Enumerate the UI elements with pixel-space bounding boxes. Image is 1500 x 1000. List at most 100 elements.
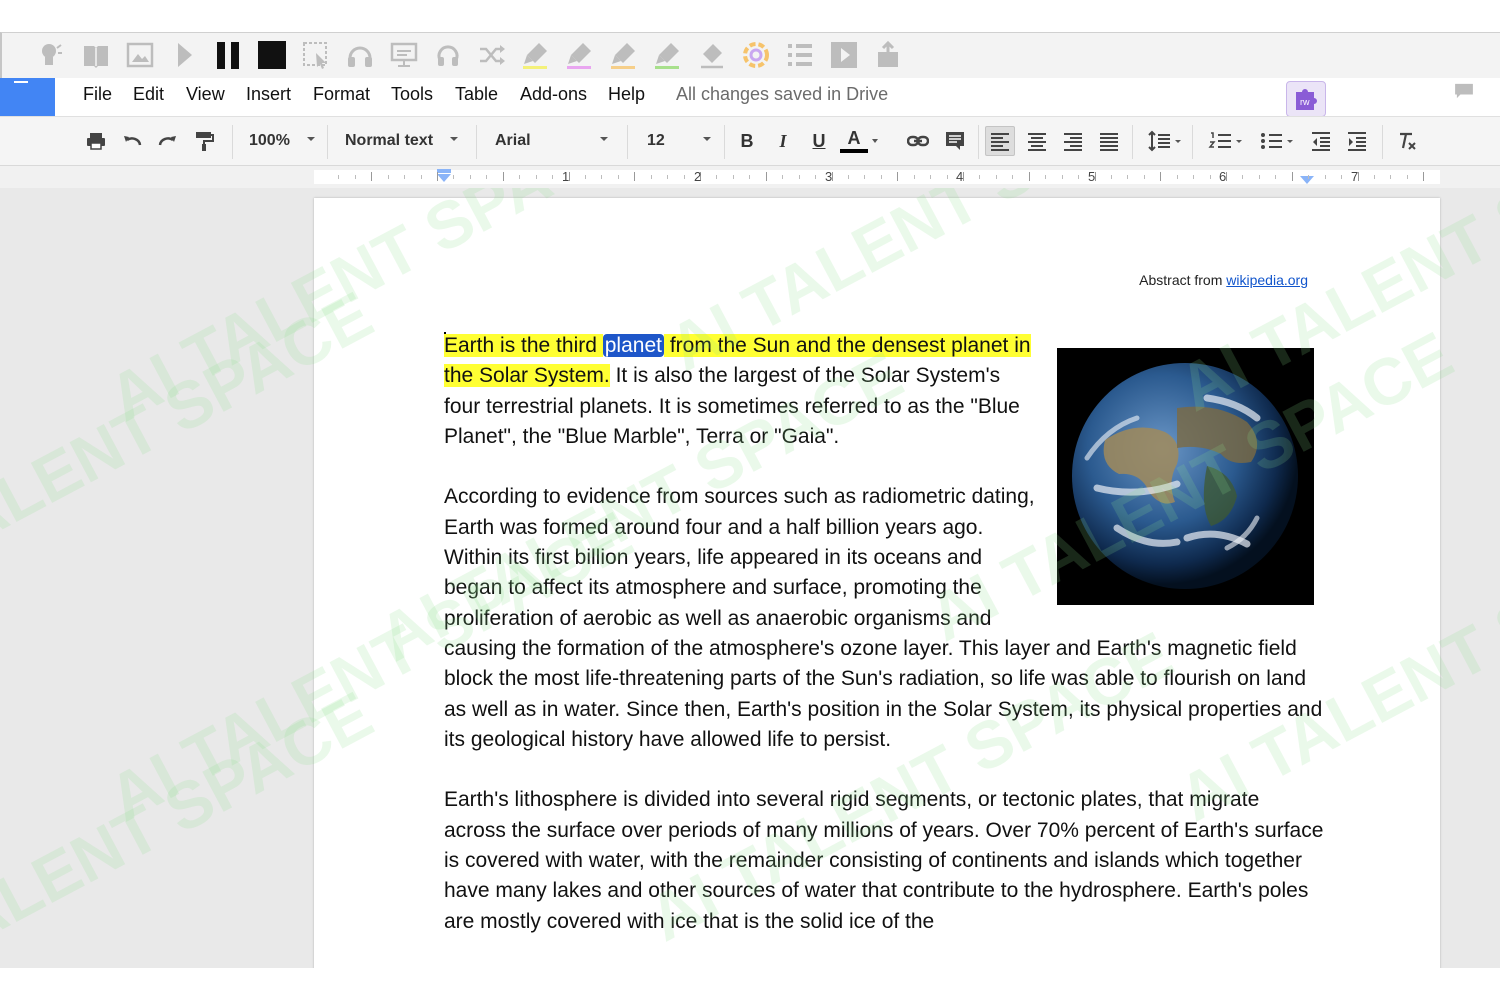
audio-icon[interactable] <box>432 39 464 71</box>
docs-home-button[interactable] <box>0 78 55 116</box>
text-color-label: A <box>847 128 861 148</box>
bulleted-list-button[interactable] <box>1254 126 1298 156</box>
menu-edit[interactable]: Edit <box>133 84 164 105</box>
separator <box>724 125 725 159</box>
ruler-tick <box>437 172 438 181</box>
align-right-button[interactable] <box>1058 126 1088 156</box>
style-value: Normal text <box>345 132 434 149</box>
document-page[interactable]: Abstract from wikipedia.org Earth is the… <box>314 198 1440 968</box>
line-spacing-button[interactable] <box>1142 126 1186 156</box>
ruler-tick <box>914 175 915 179</box>
text-color-dropdown[interactable] <box>868 126 882 156</box>
insert-comment-button[interactable] <box>940 126 970 156</box>
bold-button[interactable]: B <box>732 126 762 156</box>
increase-indent-icon <box>1348 132 1366 151</box>
ruler-tick <box>864 175 865 179</box>
ruler-tick <box>1078 175 1079 179</box>
chevron-down-icon <box>703 137 711 141</box>
bold-label: B <box>740 130 754 151</box>
chevron-down-icon <box>307 137 315 141</box>
save-status: All changes saved in Drive <box>676 84 889 104</box>
ruler-label: 6 <box>1219 169 1227 184</box>
redo-button[interactable] <box>153 126 183 156</box>
pause-icon[interactable] <box>212 39 244 71</box>
share-icon[interactable] <box>872 39 904 71</box>
select-icon[interactable] <box>300 39 332 71</box>
increase-indent-button[interactable] <box>1342 126 1372 156</box>
readwrite-addon-button[interactable]: rw <box>1286 81 1326 117</box>
shuffle-icon[interactable] <box>476 39 508 71</box>
decrease-indent-button[interactable] <box>1306 126 1336 156</box>
selected-word: planet <box>602 334 664 357</box>
menu-view[interactable]: View <box>186 84 225 105</box>
video-icon[interactable] <box>828 39 860 71</box>
book-icon[interactable] <box>80 39 112 71</box>
menu-insert[interactable]: Insert <box>246 84 291 105</box>
ruler-tick <box>1177 175 1178 179</box>
head-icon[interactable] <box>34 39 66 71</box>
menu-table[interactable]: Table <box>455 84 498 105</box>
ruler-tick <box>1292 172 1293 181</box>
highlighter-pink-icon[interactable] <box>564 39 596 71</box>
menu-addons[interactable]: Add-ons <box>520 84 587 105</box>
comments-button[interactable] <box>1448 80 1480 102</box>
ruler-tick <box>618 175 619 179</box>
eraser-icon[interactable] <box>696 39 728 71</box>
screen-icon[interactable] <box>388 39 420 71</box>
ruler-tick <box>1325 175 1326 179</box>
separator <box>1382 125 1383 159</box>
right-indent-handle[interactable] <box>1300 176 1314 184</box>
stop-icon[interactable] <box>256 39 288 71</box>
ruler-tick <box>1111 175 1112 179</box>
highlighter-orange-icon[interactable] <box>608 39 640 71</box>
menu-format[interactable]: Format <box>313 84 370 105</box>
align-center-button[interactable] <box>1022 126 1052 156</box>
align-left-button[interactable] <box>985 126 1015 156</box>
chevron-down-icon <box>450 137 458 141</box>
insert-link-button[interactable] <box>903 126 933 156</box>
numbered-list-button[interactable] <box>1203 126 1247 156</box>
font-select[interactable]: Arial <box>495 128 608 154</box>
left-indent-handle[interactable] <box>437 174 451 182</box>
first-line-indent-handle[interactable] <box>437 169 451 173</box>
ruler-tick <box>766 172 767 181</box>
undo-button[interactable] <box>117 126 147 156</box>
style-select[interactable]: Normal text <box>345 128 458 154</box>
menu-tools[interactable]: Tools <box>391 84 433 105</box>
menu-help[interactable]: Help <box>608 84 645 105</box>
ruler-tick <box>1423 172 1424 181</box>
play-icon[interactable] <box>168 39 200 71</box>
headphones-icon[interactable] <box>344 39 376 71</box>
earth-image[interactable] <box>1057 348 1314 605</box>
menu-file[interactable]: File <box>83 84 112 105</box>
color-wheel-icon[interactable] <box>740 39 772 71</box>
wikipedia-link[interactable]: wikipedia.org <box>1226 272 1308 288</box>
highlighter-green-icon[interactable] <box>652 39 684 71</box>
print-button[interactable] <box>81 126 111 156</box>
document-body[interactable]: Earth is the third planet from the Sun a… <box>444 331 1324 967</box>
link-icon <box>907 135 929 147</box>
comment-icon <box>1455 83 1473 99</box>
zoom-select[interactable]: 100% <box>249 128 315 154</box>
abstract-prefix: Abstract from <box>1139 272 1223 288</box>
bottom-strip <box>0 968 1500 1000</box>
font-size-select[interactable]: 12 <box>647 128 711 154</box>
clear-formatting-button[interactable] <box>1392 126 1422 156</box>
image-icon[interactable] <box>124 39 156 71</box>
italic-label: I <box>779 130 787 151</box>
highlighter-yellow-icon[interactable] <box>520 39 552 71</box>
align-left-icon <box>991 133 1009 151</box>
italic-button[interactable]: I <box>768 126 798 156</box>
ruler-tick <box>1029 172 1030 181</box>
ruler-tick <box>881 175 882 179</box>
list-icon[interactable] <box>784 39 816 71</box>
document-canvas[interactable]: Abstract from wikipedia.org Earth is the… <box>0 188 1500 968</box>
underline-button[interactable]: U <box>804 126 834 156</box>
redo-icon <box>158 136 176 146</box>
text-color-button[interactable]: A <box>839 126 869 156</box>
paragraph-3[interactable]: Earth's lithosphere is divided into seve… <box>444 785 1324 936</box>
justify-button[interactable] <box>1094 126 1124 156</box>
paint-format-button[interactable] <box>189 126 219 156</box>
ruler-tick <box>1242 175 1243 179</box>
text-color-swatch <box>840 149 868 153</box>
